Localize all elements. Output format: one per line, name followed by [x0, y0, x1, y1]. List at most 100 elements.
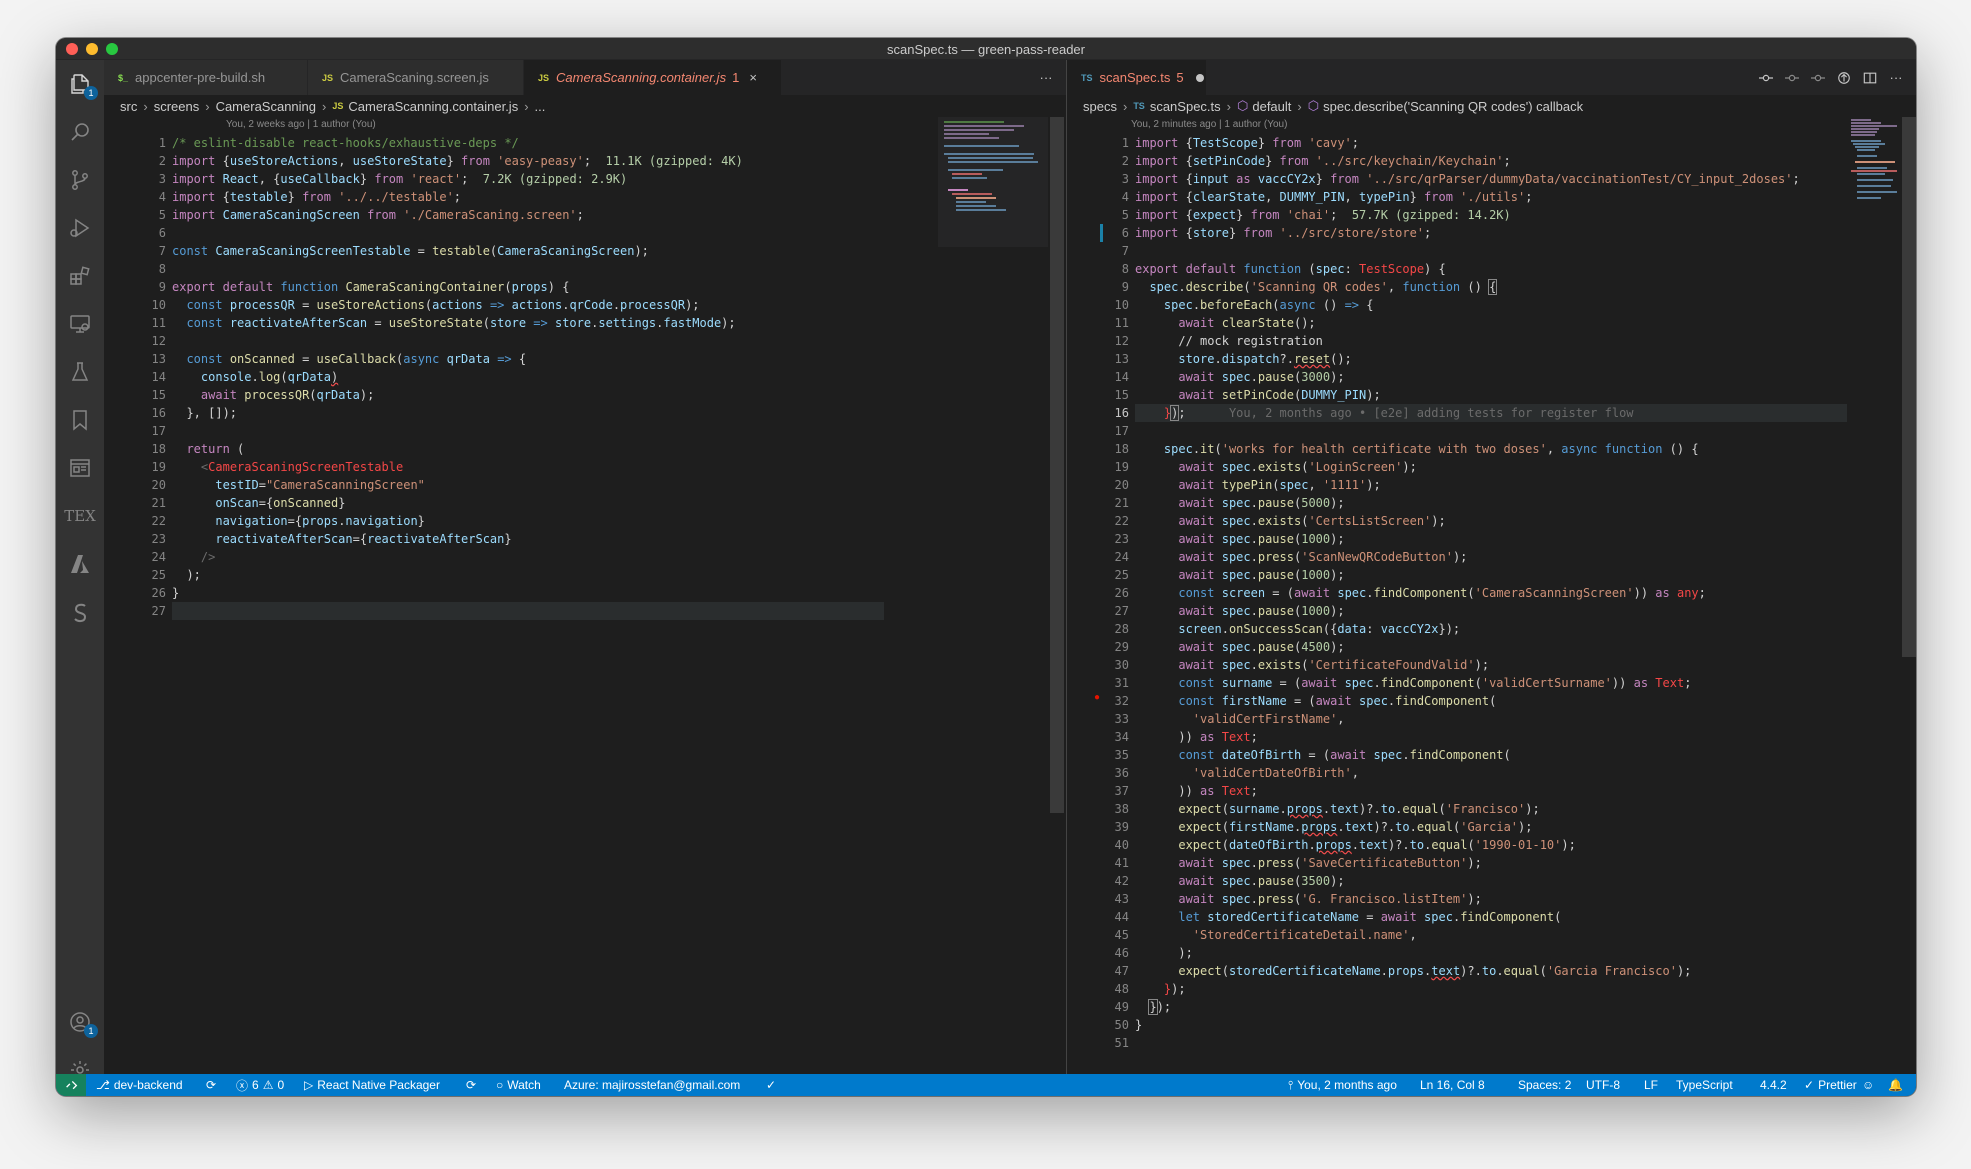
unsaved-dot-icon[interactable] [1195, 73, 1204, 82]
account-badge: 1 [84, 1024, 98, 1038]
remote-explorer-icon[interactable] [68, 312, 92, 336]
open-changes-icon[interactable] [1836, 70, 1852, 86]
breadcrumb-item[interactable]: src [120, 99, 137, 114]
git-compare-icon[interactable] [1758, 70, 1774, 86]
circle-icon: ○ [496, 1078, 504, 1092]
watch-label: Watch [507, 1078, 541, 1092]
breadcrumb: specs › TS scanSpec.ts › ⬡ default › ⬡ spec… [1083, 98, 1584, 114]
explorer-badge: 1 [84, 86, 98, 100]
watch-status[interactable]: ○ Watch [496, 1074, 541, 1096]
git-previous-change-icon[interactable] [1784, 70, 1800, 86]
breadcrumb-item[interactable]: specs [1083, 99, 1117, 114]
book-icon[interactable] [68, 456, 92, 480]
packager-label: React Native Packager [317, 1078, 440, 1092]
tab-camerascanning-container[interactable]: JS CameraScanning.container.js 1 × [524, 60, 782, 95]
right-tab-bar: TS scanSpec.ts 5 ··· [1067, 60, 1916, 95]
error-count: 6 [252, 1078, 259, 1092]
tab-label: scanSpec.ts [1099, 70, 1171, 85]
tex-icon[interactable]: TEX [64, 504, 96, 528]
status-bar: ⎇ dev-backend ⟳ ⓧ 6 ⚠ 0 ▷ React Native P… [56, 1074, 1916, 1096]
refresh-icon[interactable]: ⟳ [466, 1074, 476, 1096]
tab-label: appcenter-pre-build.sh [135, 70, 266, 85]
left-tab-bar: $_ appcenter-pre-build.sh JS CameraScani… [104, 60, 1066, 95]
breadcrumb-item[interactable]: CameraScanning.container.js [348, 99, 518, 114]
breadcrumb-item[interactable]: screens [154, 99, 200, 114]
warning-icon: ⚠ [262, 1078, 274, 1092]
feedback-icon[interactable]: ☺ [1862, 1074, 1874, 1096]
prettier-status[interactable]: ✓ Prettier [1804, 1074, 1857, 1096]
azure-icon[interactable] [68, 552, 92, 576]
error-icon: ⓧ [236, 1078, 249, 1093]
code-editor[interactable]: ● 1 import {TestScope} from 'cavy'; 2 impo… [1067, 134, 1916, 1052]
window-title: scanSpec.ts — green-pass-reader [887, 42, 1085, 57]
tab-label: CameraScanning.container.js [556, 70, 727, 85]
breadcrumb-item[interactable]: CameraScanning [216, 99, 316, 114]
run-debug-icon[interactable] [68, 216, 92, 240]
git-branch-icon: ⎇ [96, 1078, 110, 1092]
breadcrumb-item[interactable]: default [1252, 99, 1291, 114]
prettier-label: Prettier [1818, 1078, 1857, 1092]
minimap[interactable] [938, 117, 1048, 247]
git-blame-status[interactable]: ⫯ You, 2 months ago [1288, 1074, 1397, 1096]
packager-status[interactable]: ▷ React Native Packager [304, 1074, 440, 1096]
check-icon[interactable]: ✓ [766, 1074, 776, 1096]
title-bar: scanSpec.ts — green-pass-reader [56, 38, 1916, 60]
split-editor-icon[interactable] [1862, 70, 1878, 86]
remote-icon[interactable] [56, 1074, 86, 1096]
cursor-position[interactable]: Ln 16, Col 8 [1420, 1074, 1485, 1096]
encoding[interactable]: UTF-8 [1586, 1074, 1620, 1096]
blame-label: You, 2 months ago [1297, 1078, 1397, 1092]
typescript-version[interactable]: 4.4.2 [1760, 1074, 1787, 1096]
commit-icon: ⫯ [1288, 1077, 1294, 1092]
codelens-blame[interactable]: You, 2 weeks ago | 1 author (You) [226, 119, 376, 130]
left-editor-actions: ··· [1038, 60, 1054, 95]
files-icon[interactable]: 1 [68, 72, 98, 100]
bookmarks-icon[interactable] [68, 408, 92, 432]
branch-status[interactable]: ⎇ dev-backend [96, 1074, 183, 1096]
js-file-icon: JS [538, 72, 550, 83]
shell-file-icon: $_ [118, 72, 129, 83]
tab-problems-count: 5 [1176, 70, 1184, 85]
symbol-method-icon: ⬡ [1237, 98, 1249, 113]
ts-file-icon: TS [1133, 101, 1145, 111]
more-actions-icon[interactable]: ··· [1038, 70, 1054, 86]
azure-account[interactable]: Azure: majirosstefan@gmail.com [564, 1074, 740, 1096]
end-of-line[interactable]: LF [1644, 1074, 1658, 1096]
tab-scanspec[interactable]: TS scanSpec.ts 5 [1067, 60, 1207, 95]
js-file-icon: JS [332, 101, 344, 111]
tab-camerascaning-screen[interactable]: JS CameraScaning.screen.js [308, 60, 524, 95]
source-control-icon[interactable] [68, 168, 92, 192]
codelens-blame[interactable]: You, 2 minutes ago | 1 author (You) [1131, 119, 1287, 130]
indentation[interactable]: Spaces: 2 [1518, 1074, 1571, 1096]
problems-status[interactable]: ⓧ 6 ⚠ 0 [236, 1074, 284, 1096]
notifications-icon[interactable]: 🔔 [1888, 1074, 1903, 1096]
tab-label: CameraScaning.screen.js [340, 70, 489, 85]
git-next-change-icon[interactable] [1810, 70, 1826, 86]
play-icon: ▷ [304, 1078, 314, 1092]
code-editor[interactable]: 1/* eslint-disable react-hooks/exhaustiv… [104, 134, 1066, 620]
extensions-icon[interactable] [68, 264, 92, 288]
testing-icon[interactable] [68, 360, 92, 384]
breadcrumb-item[interactable]: scanSpec.ts [1150, 99, 1221, 114]
more-actions-icon[interactable]: ··· [1888, 70, 1904, 86]
breadcrumb-item[interactable]: spec.describe('Scanning QR codes') callb… [1323, 99, 1583, 114]
left-scrollbar[interactable] [1050, 117, 1064, 813]
js-file-icon: JS [322, 72, 334, 83]
search-icon[interactable] [68, 120, 92, 144]
tab-appcenter-pre-build[interactable]: $_ appcenter-pre-build.sh [104, 60, 308, 95]
sonar-icon[interactable] [68, 600, 92, 624]
right-scrollbar[interactable] [1902, 117, 1916, 657]
sync-icon[interactable]: ⟳ [206, 1074, 216, 1096]
tab-close-icon[interactable]: × [749, 70, 757, 85]
right-editor-actions: ··· [1758, 60, 1904, 95]
left-editor-group: $_ appcenter-pre-build.sh JS CameraScani… [104, 60, 1066, 1074]
activity-bar: 1 TEX 1 [56, 60, 104, 1079]
minimap[interactable] [1849, 117, 1899, 217]
account-icon[interactable]: 1 [68, 1010, 98, 1038]
vscode-window: scanSpec.ts — green-pass-reader 1 TEX 1 … [56, 38, 1916, 1096]
inline-blame: You, 2 months ago • [e2e] adding tests f… [1228, 406, 1634, 420]
double-check-icon: ✓ [1804, 1078, 1815, 1092]
breadcrumb-item[interactable]: ... [535, 99, 546, 114]
language-mode[interactable]: TypeScript [1676, 1074, 1733, 1096]
right-editor-group: TS scanSpec.ts 5 ··· specs › TS scanSpec.… [1067, 60, 1916, 1074]
